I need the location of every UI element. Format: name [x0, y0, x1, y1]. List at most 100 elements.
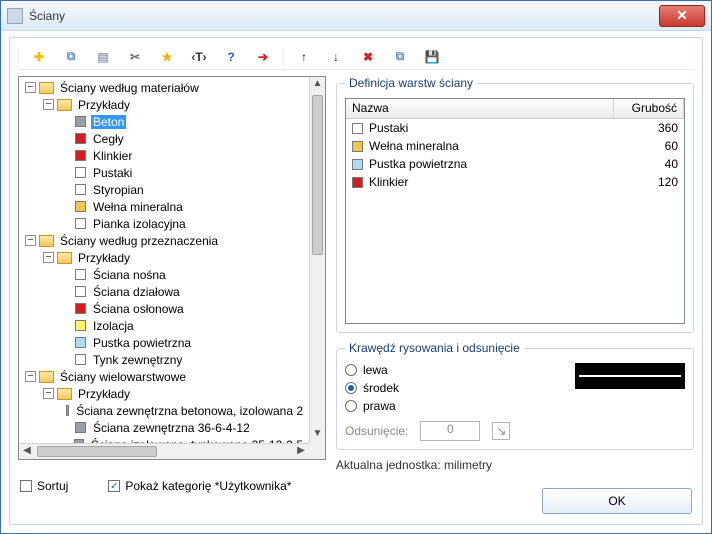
plus-icon[interactable]: ✚: [31, 49, 47, 65]
tree-group[interactable]: −Ściany według materiałów: [19, 79, 309, 96]
tree-hscroll[interactable]: ◀ ▶: [19, 443, 309, 459]
tree-group[interactable]: − Ściany wielowarstwowe: [19, 368, 309, 385]
star-icon[interactable]: ★: [159, 49, 175, 65]
titlebar[interactable]: Ściany ✕: [1, 1, 711, 31]
edge-preview: [575, 363, 685, 389]
tree-group[interactable]: − Ściany według przeznaczenia: [19, 232, 309, 249]
offset-pick-button[interactable]: ↘: [492, 422, 510, 440]
layer-row[interactable]: Pustaki360: [346, 119, 684, 137]
copy2-icon[interactable]: ⧉: [392, 49, 408, 65]
tree-label: Ściany według przeznaczenia: [58, 234, 220, 248]
help-icon[interactable]: ?: [223, 49, 239, 65]
tree-vscroll[interactable]: ▲ ▼: [309, 77, 325, 443]
expand-icon[interactable]: −: [43, 252, 54, 263]
expand-icon: [61, 303, 72, 314]
close-button[interactable]: ✕: [659, 5, 705, 27]
tree-item[interactable]: Ściana zewnętrzna 36-6-4-12: [19, 419, 309, 436]
sort-label: Sortuj: [37, 479, 68, 493]
tree-group[interactable]: −Przykłady: [19, 385, 309, 402]
edge-right-label: prawa: [363, 399, 396, 413]
hscroll-thumb[interactable]: [37, 446, 157, 457]
tree-item[interactable]: Wełna mineralna: [19, 198, 309, 215]
material-tree[interactable]: −Ściany według materiałów−PrzykładyBeton…: [19, 77, 309, 443]
tree-item[interactable]: Ściana nośna: [19, 266, 309, 283]
expand-icon[interactable]: −: [43, 99, 54, 110]
save-icon[interactable]: 💾: [424, 49, 440, 65]
edge-legend: Krawędź rysowania i odsunięcie: [345, 341, 524, 355]
layer-swatch: [352, 159, 363, 170]
tree-label: Ściana zewnętrzna 36-6-4-12: [91, 421, 252, 435]
edge-radio-right[interactable]: prawa: [345, 399, 399, 413]
tree-item[interactable]: Ściana osłonowa: [19, 300, 309, 317]
expand-icon[interactable]: −: [43, 388, 54, 399]
text-icon[interactable]: ‹T›: [191, 49, 207, 65]
tree-label: Wełna mineralna: [91, 200, 185, 214]
tree-item[interactable]: Klinkier: [19, 147, 309, 164]
tree-item[interactable]: Cegły: [19, 130, 309, 147]
layer-thickness: 360: [618, 121, 678, 135]
arrow-right-red-icon[interactable]: ➔: [255, 49, 271, 65]
layer-row[interactable]: Pustka powietrzna40: [346, 155, 684, 173]
tree-item[interactable]: Pustka powietrzna: [19, 334, 309, 351]
folder-icon: [57, 388, 72, 400]
tree-item[interactable]: Izolacja: [19, 317, 309, 334]
color-swatch: [75, 167, 86, 178]
app-icon: [7, 8, 23, 24]
layer-swatch: [352, 177, 363, 188]
expand-icon[interactable]: −: [25, 371, 36, 382]
scroll-left-icon[interactable]: ◀: [19, 444, 35, 459]
layers-table[interactable]: Nazwa Grubość Pustaki360Wełna mineralna6…: [345, 98, 685, 324]
tree-item[interactable]: Ściana zewnętrzna betonowa, izolowana 2: [19, 402, 309, 419]
toolbar-separator: [283, 48, 284, 66]
arrow-up-icon[interactable]: ↑: [296, 49, 312, 65]
tree-group[interactable]: − Przykłady: [19, 96, 309, 113]
arrow-down-icon[interactable]: ↓: [328, 49, 344, 65]
expand-icon[interactable]: −: [25, 235, 36, 246]
edge-center-label: środek: [363, 381, 399, 395]
offset-label: Odsunięcie:: [345, 424, 408, 438]
layer-row[interactable]: Wełna mineralna60: [346, 137, 684, 155]
expand-icon[interactable]: −: [25, 82, 36, 93]
scroll-right-icon[interactable]: ▶: [293, 444, 309, 459]
scissors-icon[interactable]: ✂: [127, 49, 143, 65]
tree-label: Ściany wielowarstwowe: [58, 370, 188, 384]
copy-icon[interactable]: ⧉: [63, 49, 79, 65]
tree-item[interactable]: Pustaki: [19, 164, 309, 181]
tree-label: Pustka powietrzna: [91, 336, 193, 350]
color-swatch: [75, 320, 86, 331]
expand-icon: [61, 133, 72, 144]
color-swatch: [75, 116, 86, 127]
tree-item[interactable]: Styropian: [19, 181, 309, 198]
col-thickness[interactable]: Grubość: [614, 99, 684, 118]
expand-icon: [61, 150, 72, 161]
edge-radio-left[interactable]: lewa: [345, 363, 399, 377]
tree-item[interactable]: Tynk zewnętrzny: [19, 351, 309, 368]
tree-label: Przykłady: [76, 98, 132, 112]
tree-item[interactable]: Ściana działowa: [19, 283, 309, 300]
layer-swatch: [352, 141, 363, 152]
tree-group[interactable]: − Przykłady: [19, 249, 309, 266]
layer-row[interactable]: Klinkier120: [346, 173, 684, 191]
offset-input[interactable]: 0: [420, 421, 480, 441]
scroll-up-icon[interactable]: ▲: [310, 77, 325, 93]
sort-checkbox[interactable]: Sortuj: [20, 479, 68, 493]
color-swatch: [75, 218, 86, 229]
props-icon[interactable]: ▤: [95, 49, 111, 65]
tree-label: Pustaki: [91, 166, 134, 180]
scroll-thumb[interactable]: [312, 95, 323, 255]
layer-swatch: [352, 123, 363, 134]
tree-item[interactable]: Beton: [19, 113, 309, 130]
layer-thickness: 120: [618, 175, 678, 189]
tree-label: Przykłady: [76, 251, 132, 265]
tree-item[interactable]: Pianka izolacyjna: [19, 215, 309, 232]
scroll-down-icon[interactable]: ▼: [310, 427, 325, 443]
ok-button[interactable]: OK: [542, 488, 692, 514]
folder-icon: [39, 82, 54, 94]
edge-radio-center[interactable]: środek: [345, 381, 399, 395]
show-user-checkbox[interactable]: ✓ Pokaż kategorię *Użytkownika*: [108, 479, 291, 493]
delete-x-icon[interactable]: ✖: [360, 49, 376, 65]
tree-item[interactable]: Ściana izolowana, tynkowana 35-12-2.5: [19, 436, 309, 443]
edge-radios: lewa środek prawa: [345, 363, 399, 413]
color-swatch: [75, 337, 86, 348]
col-name[interactable]: Nazwa: [346, 99, 614, 118]
